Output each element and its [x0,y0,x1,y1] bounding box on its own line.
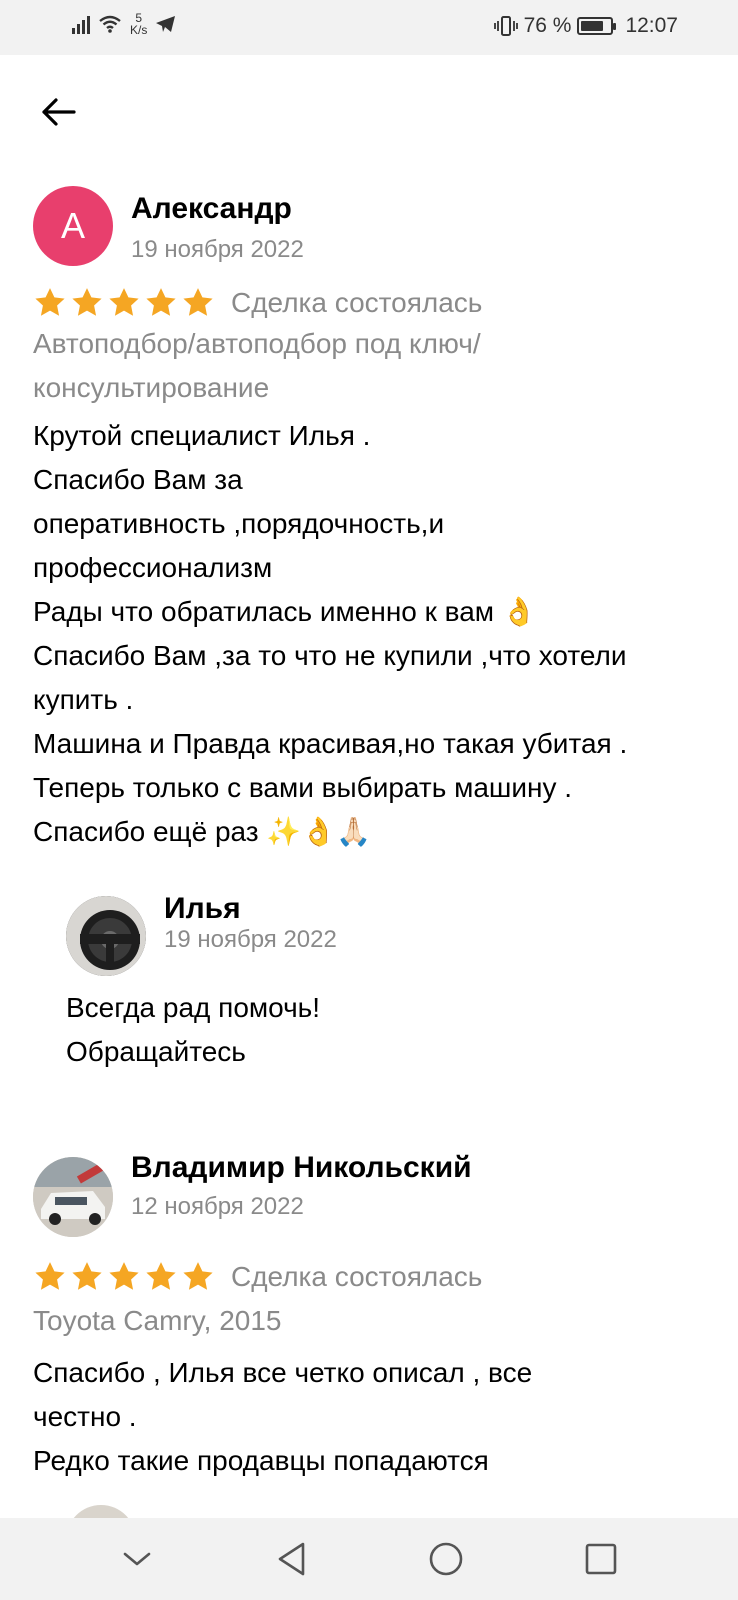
service-line: Toyota Camry, 2015 [33,1305,282,1336]
battery-icon [577,17,617,35]
deal-status: Сделка состоялась [231,287,483,318]
rating-stars [33,1260,215,1294]
wifi-icon [99,15,121,33]
reply-text-line: Обращайтесь [66,1036,246,1067]
review-date: 19 ноября 2022 [164,926,337,953]
service-line: консультирование [33,372,270,403]
service-description: Toyota Camry, 2015 [33,1299,673,1343]
review-text-line: Теперь только с вами выбирать машину . [33,772,573,803]
rating-stars [33,286,215,320]
status-bar: 5 K/s 76 % 12:07 [0,0,738,55]
arrow-left-icon [42,98,76,126]
avatar[interactable]: А [33,186,113,266]
author-name[interactable]: Илья [164,892,241,926]
review-date: 12 ноября 2022 [131,1193,304,1220]
star-icon [146,1262,176,1290]
star-icon [146,288,176,316]
rating-row: Сделка состоялась [33,286,482,320]
triangle-back-icon [278,1542,305,1576]
star-icon [72,1262,102,1290]
review-date: 19 ноября 2022 [131,236,304,263]
review-text-line: Редко такие продавцы попадаются [33,1445,489,1476]
review-text-line: Рады что обратилась именно к вам 👌 [33,596,537,627]
review-card: Владимир Никольский 12 ноября 2022 Сделк… [33,1151,705,1487]
review-text-line: Машина и Правда красивая,но такая убитая… [33,728,628,759]
signal-icon [72,14,90,34]
telegram-icon [156,16,176,32]
square-recents-icon [585,1543,617,1575]
star-icon [109,1262,139,1290]
rating-row: Сделка состоялась [33,1260,482,1294]
avatar[interactable] [66,896,146,976]
nav-recents-button[interactable] [571,1529,631,1589]
nav-back-button[interactable] [262,1529,322,1589]
service-line: Автоподбор/автоподбор под ключ/ [33,328,481,359]
avatar[interactable] [33,1157,113,1237]
nav-home-button[interactable] [416,1529,476,1589]
author-name[interactable]: Александр [131,192,292,226]
star-icon [35,1262,65,1290]
review-text: Крутой специалист Илья . Спасибо Вам за … [33,414,705,854]
star-icon [35,288,65,316]
review-text: Спасибо , Илья все четко описал , все че… [33,1351,705,1483]
service-description: Автоподбор/автоподбор под ключ/ консульт… [33,322,673,410]
net-speed: 5 K/s [130,12,147,36]
review-text-line: Спасибо ещё раз ✨👌🙏🏻 [33,816,371,847]
back-button[interactable] [36,92,80,132]
hide-keyboard-button[interactable] [107,1529,167,1589]
status-bar-right: 76 % 12:07 [493,14,678,38]
review-text-line: Крутой специалист Илья . [33,420,371,451]
review-text-line: профессионализм [33,552,273,583]
reply-text-line: Всегда рад помочь! [66,992,321,1023]
circle-home-icon [429,1542,463,1576]
review-text-line: честно . [33,1401,137,1432]
avatar-letter: А [60,205,85,246]
car-photo [33,1157,113,1237]
seller-reply: Илья 19 ноября 2022 Всегда рад помочь! О… [66,892,686,1096]
star-icon [183,1262,213,1290]
star-icon [183,288,213,316]
vibrate-icon [493,16,518,36]
review-text-line: Спасибо , Илья все четко описал , все [33,1357,533,1388]
clock: 12:07 [625,14,678,37]
steering-wheel-photo [66,896,146,976]
star-icon [72,288,102,316]
review-text-line: Спасибо Вам ,за то что не купили ,что хо… [33,640,627,671]
star-icon [109,288,139,316]
chevron-down-icon [123,1552,151,1566]
review-text-line: оперативность ,порядочность,и [33,508,445,539]
reply-text: Всегда рад помочь! Обращайтесь [66,986,320,1074]
review-text-line: купить . [33,684,134,715]
deal-status: Сделка состоялась [231,1261,483,1292]
battery-percent: 76 % [523,14,572,37]
author-name[interactable]: Владимир Никольский [131,1151,472,1185]
review-text-line: Спасибо Вам за [33,464,243,495]
system-nav-bar [0,1518,738,1600]
battery-fill [581,21,603,31]
status-bar-left: 5 K/s [72,12,177,36]
net-speed-unit: K/s [130,23,148,37]
